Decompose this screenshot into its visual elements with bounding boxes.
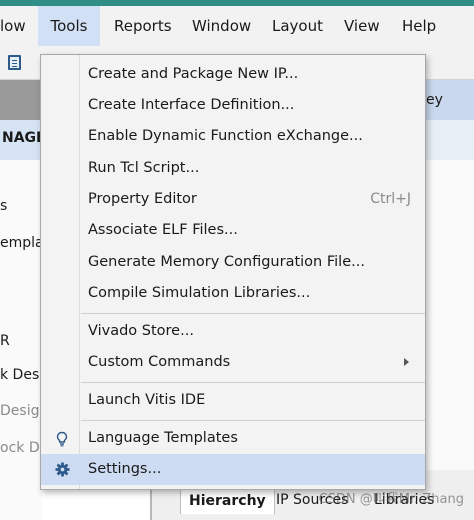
- navigator-item[interactable]: R: [0, 333, 42, 349]
- navigator-item[interactable]: empla: [0, 235, 42, 251]
- tab-hierarchy[interactable]: Hierarchy: [180, 486, 275, 514]
- menu-item-label: Create and Package New IP...: [88, 66, 299, 82]
- right-panel-subheader: [426, 120, 474, 160]
- menu-item-label: Custom Commands: [88, 354, 231, 370]
- menu-item-compile-sim-libs[interactable]: Compile Simulation Libraries...: [41, 278, 425, 309]
- menu-separator: [81, 382, 425, 383]
- menu-help[interactable]: Help: [402, 6, 436, 46]
- menu-flow[interactable]: low: [0, 6, 30, 46]
- navigator-item[interactable]: Desig: [0, 403, 42, 419]
- flow-navigator-title: NAGEI: [0, 120, 42, 160]
- menu-item-create-interface[interactable]: Create Interface Definition...: [41, 90, 425, 121]
- menu-item-label: Run Tcl Script...: [88, 160, 200, 176]
- navigator-item[interactable]: ock De: [0, 440, 42, 456]
- menu-item-run-tcl[interactable]: Run Tcl Script...: [41, 153, 425, 184]
- menu-item-label: Settings...: [88, 461, 162, 477]
- menu-item-label: Vivado Store...: [88, 323, 194, 339]
- gear-icon: [55, 462, 70, 477]
- navigator-item[interactable]: s: [0, 198, 42, 214]
- lightbulb-icon: [56, 431, 68, 447]
- menu-item-vivado-store[interactable]: Vivado Store...: [41, 316, 425, 347]
- menu-item-enable-dfx[interactable]: Enable Dynamic Function eXchange...: [41, 121, 425, 152]
- document-icon[interactable]: [8, 55, 21, 70]
- menu-item-label: Enable Dynamic Function eXchange...: [88, 128, 363, 144]
- menu-layout[interactable]: Layout: [272, 6, 323, 46]
- menu-item-label: Property Editor: [88, 191, 197, 207]
- menu-bar: low Tools Reports Window Layout View Hel…: [0, 6, 474, 46]
- menu-window[interactable]: Window: [192, 6, 251, 46]
- menu-tools[interactable]: Tools: [38, 6, 100, 46]
- tools-menu-dropdown: Create and Package New IP... Create Inte…: [40, 54, 426, 490]
- menu-item-create-package-ip[interactable]: Create and Package New IP...: [41, 59, 425, 90]
- navigator-item[interactable]: k Desi: [0, 367, 42, 383]
- menu-item-associate-elf[interactable]: Associate ELF Files...: [41, 215, 425, 246]
- menu-separator: [81, 420, 425, 421]
- flow-navigator-panel: NAGEI s empla R k Desi Desig ock De: [0, 80, 42, 520]
- right-panel-header: ey: [426, 80, 474, 120]
- menu-separator: [81, 313, 425, 314]
- menu-item-label: Associate ELF Files...: [88, 222, 238, 238]
- menu-item-label: Generate Memory Configuration File...: [88, 254, 365, 270]
- watermark: CSDN @叫我Mr. Zhang: [318, 492, 464, 507]
- menu-item-label: Compile Simulation Libraries...: [88, 285, 311, 301]
- menu-item-language-templates[interactable]: Language Templates: [41, 423, 425, 454]
- panel-header-bar: [0, 80, 42, 120]
- menu-item-label: Launch Vitis IDE: [88, 392, 206, 408]
- menu-item-generate-memory-config[interactable]: Generate Memory Configuration File...: [41, 247, 425, 278]
- menu-reports[interactable]: Reports: [114, 6, 172, 46]
- right-panel: ey: [426, 80, 474, 520]
- menu-item-custom-commands[interactable]: Custom Commands: [41, 347, 425, 378]
- submenu-arrow-icon: [404, 358, 409, 366]
- menu-item-label: Create Interface Definition...: [88, 97, 295, 113]
- shortcut-label: Ctrl+J: [370, 191, 411, 207]
- menu-item-launch-vitis[interactable]: Launch Vitis IDE: [41, 385, 425, 416]
- menu-item-label: Language Templates: [88, 430, 238, 446]
- menu-item-property-editor[interactable]: Property Editor Ctrl+J: [41, 184, 425, 215]
- menu-item-settings[interactable]: Settings...: [41, 454, 425, 485]
- menu-view[interactable]: View: [344, 6, 380, 46]
